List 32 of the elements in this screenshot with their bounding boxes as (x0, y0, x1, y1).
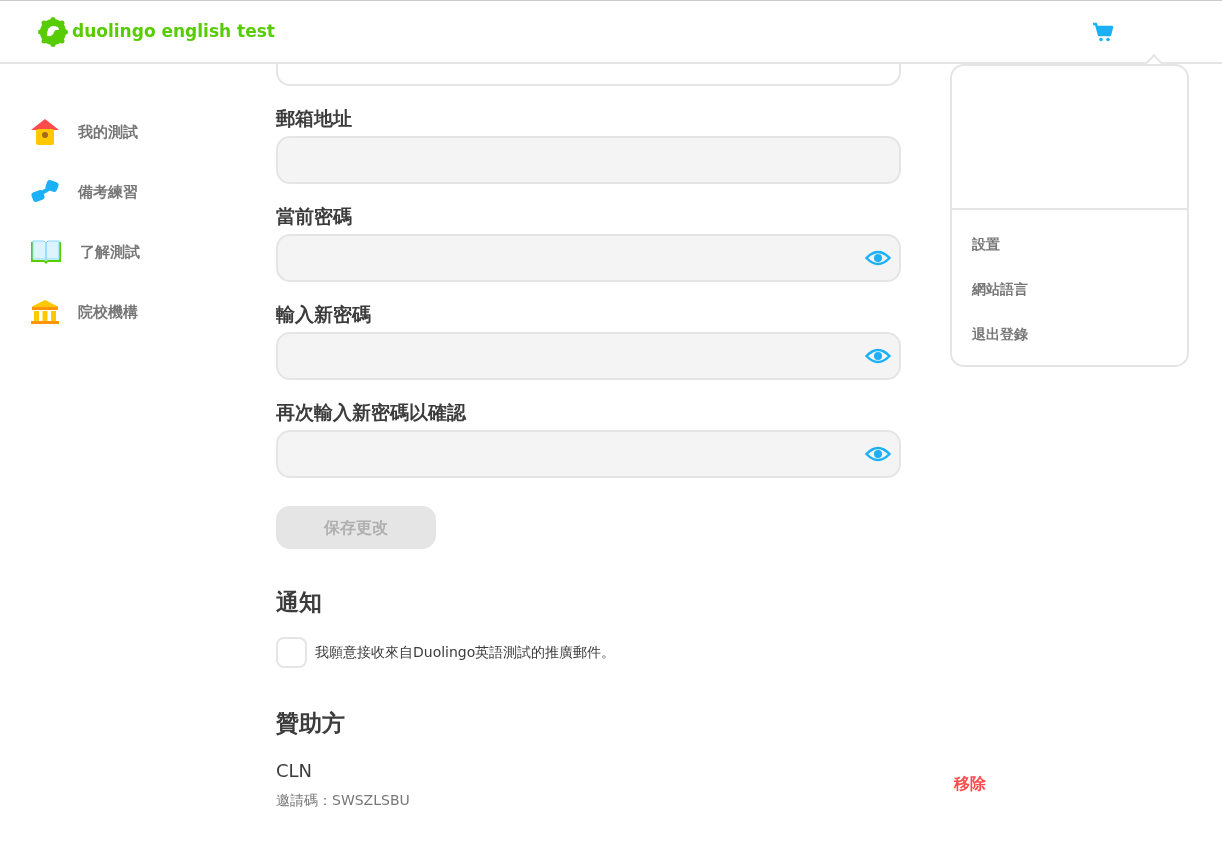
sidebar-item[interactable]: 院校機構 (78, 300, 138, 324)
input-field[interactable] (276, 64, 901, 86)
section-heading: 通知 (276, 589, 323, 617)
section-heading: 贊助方 (276, 709, 346, 738)
dumbbell-icon (30, 179, 60, 205)
input-field[interactable] (276, 136, 901, 184)
building-icon (30, 299, 60, 325)
input-field[interactable] (276, 332, 901, 380)
book-icon (30, 239, 62, 265)
remove-link[interactable]: 移除 (954, 772, 986, 797)
checkbox-label: 我願意接收來自Duolingo英語測試的推廣郵件。 (315, 642, 616, 662)
field-label: 郵箱地址 (276, 106, 353, 130)
checkbox[interactable] (276, 636, 307, 668)
sidebar-item[interactable]: 我的測試 (78, 120, 138, 144)
menu-item[interactable]: 退出登錄 (952, 312, 1187, 357)
eye-icon[interactable] (865, 249, 891, 267)
menu-item[interactable]: 設置 (952, 222, 1187, 267)
eye-icon[interactable] (865, 445, 891, 463)
eye-icon[interactable] (865, 347, 891, 365)
menu-item[interactable]: 網站語言 (952, 267, 1187, 312)
invite-code: 邀請碼：SWSZLSBU (276, 791, 410, 811)
owl-logo-icon (38, 16, 68, 47)
sponsor-name: CLN (276, 759, 314, 784)
field-label: 輸入新密碼 (276, 302, 372, 326)
input-field[interactable] (276, 430, 901, 478)
field-label: 再次輸入新密碼以確認 (276, 400, 468, 424)
input-field[interactable] (276, 234, 901, 282)
cart-icon[interactable] (1092, 22, 1114, 42)
field-label: 當前密碼 (276, 204, 353, 228)
sidebar-item[interactable]: 了解測試 (80, 240, 140, 264)
house-icon (30, 118, 60, 146)
sidebar-item[interactable]: 備考練習 (78, 180, 138, 204)
